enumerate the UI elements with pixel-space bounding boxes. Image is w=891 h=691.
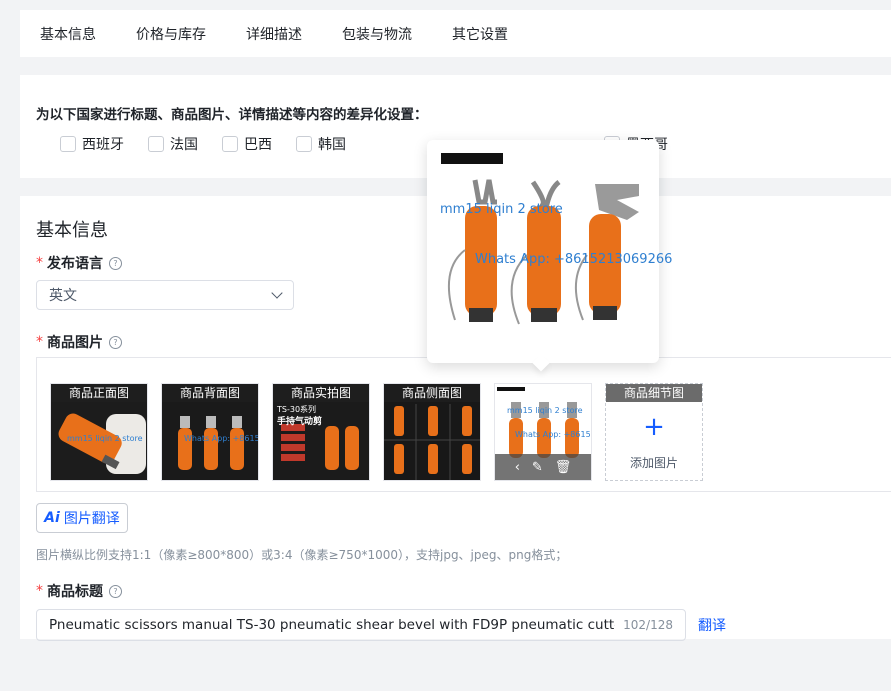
language-label: * 发布语言 ?	[36, 253, 122, 273]
help-icon[interactable]: ?	[109, 335, 122, 349]
ai-icon: Ai	[44, 510, 60, 526]
redaction-bar	[497, 387, 525, 391]
help-icon[interactable]: ?	[109, 584, 122, 598]
trash-icon[interactable]: 🗑	[555, 460, 572, 475]
title-char-counter: 102/128	[623, 618, 673, 632]
image-upload-area: 商品正面图 mm15 liqin 2 store 商品背面图 Whats App…	[36, 357, 891, 492]
required-mark: *	[36, 255, 43, 271]
country-label: 韩国	[318, 137, 346, 153]
watermark-text: mm15 liqin 2 store	[440, 202, 563, 217]
image-translate-button[interactable]: Ai 图片翻译	[36, 503, 128, 533]
product-title-label: * 商品标题 ?	[36, 581, 122, 601]
tab-basic-info[interactable]: 基本信息	[40, 24, 96, 44]
product-title-input[interactable]: Pneumatic scissors manual TS-30 pneumati…	[36, 609, 686, 641]
checkbox-box[interactable]	[222, 136, 238, 152]
image-preview-popover: mm15 liqin 2 store Whats App: +861521306…	[427, 140, 672, 372]
edit-icon[interactable]: ✎	[532, 460, 543, 475]
language-select-value: 英文	[49, 288, 77, 304]
add-detail-image-button[interactable]: 商品细节图 + 添加图片	[605, 383, 703, 481]
add-image-label: 添加图片	[629, 456, 678, 470]
country-label: 法国	[170, 137, 198, 153]
country-label: 西班牙	[82, 137, 124, 153]
language-select[interactable]: 英文	[36, 280, 294, 310]
image-translate-label: 图片翻译	[63, 511, 120, 527]
help-icon[interactable]: ?	[109, 256, 122, 270]
country-checkbox-france[interactable]: 法国	[148, 134, 198, 154]
watermark-text: Whats App: +8615213069266	[475, 252, 673, 267]
product-title-value: Pneumatic scissors manual TS-30 pneumati…	[49, 617, 615, 633]
tab-bar: 基本信息 价格与库存 详细描述 包装与物流 其它设置	[20, 10, 891, 57]
required-mark: *	[36, 334, 43, 350]
images-label-text: 商品图片	[47, 335, 103, 351]
tab-packaging[interactable]: 包装与物流	[342, 24, 412, 44]
tab-price-stock[interactable]: 价格与库存	[136, 24, 206, 44]
translate-link[interactable]: 翻译	[698, 615, 726, 635]
watermark-text: Whats App: +86152130	[515, 430, 591, 439]
chevron-left-icon[interactable]: ‹	[515, 460, 520, 475]
country-checkbox-brazil[interactable]: 巴西	[222, 134, 272, 154]
checkbox-box[interactable]	[148, 136, 164, 152]
image-caption: 商品正面图	[51, 384, 147, 402]
image-caption: 商品侧面图	[384, 384, 480, 402]
thumb-text: 手持气动剪	[277, 417, 323, 427]
product-image-real[interactable]: 商品实拍图 TS-30系列 手持气动剪	[272, 383, 370, 481]
image-caption: 商品细节图	[606, 384, 702, 402]
chevron-down-icon	[271, 287, 283, 299]
checkbox-box[interactable]	[296, 136, 312, 152]
section-title: 基本信息	[36, 220, 108, 241]
image-caption: 商品背面图	[162, 384, 258, 402]
product-image-side[interactable]: 商品侧面图	[383, 383, 481, 481]
tab-other-settings[interactable]: 其它设置	[452, 24, 508, 44]
images-label: * 商品图片 ?	[36, 332, 122, 352]
watermark-text: mm15 liqin 2 store	[67, 434, 143, 443]
country-checkbox-korea[interactable]: 韩国	[296, 134, 346, 154]
watermark-text: mm15 liqin 2 store	[507, 406, 583, 415]
image-actions-overlay: ‹ ✎ 🗑	[495, 454, 591, 480]
country-checkbox-spain[interactable]: 西班牙	[60, 134, 124, 154]
product-image-front[interactable]: 商品正面图 mm15 liqin 2 store	[50, 383, 148, 481]
country-diff-title: 为以下国家进行标题、商品图片、详情描述等内容的差异化设置：	[36, 107, 428, 123]
product-title-label-text: 商品标题	[47, 584, 103, 600]
tab-description[interactable]: 详细描述	[246, 24, 302, 44]
watermark-text: Whats App: +86152130	[184, 434, 258, 443]
product-image-hovered[interactable]: mm15 liqin 2 store Whats App: +86152130 …	[494, 383, 592, 481]
image-caption: 商品实拍图	[273, 384, 369, 402]
required-mark: *	[36, 583, 43, 599]
image-hint: 图片横纵比例支持1:1（像素≥800*800）或3:4（像素≥750*1000）…	[36, 548, 568, 562]
plus-icon: +	[643, 412, 665, 442]
checkbox-box[interactable]	[60, 136, 76, 152]
language-label-text: 发布语言	[47, 256, 103, 272]
product-image-back[interactable]: 商品背面图 Whats App: +86152130	[161, 383, 259, 481]
country-label: 巴西	[244, 137, 272, 153]
